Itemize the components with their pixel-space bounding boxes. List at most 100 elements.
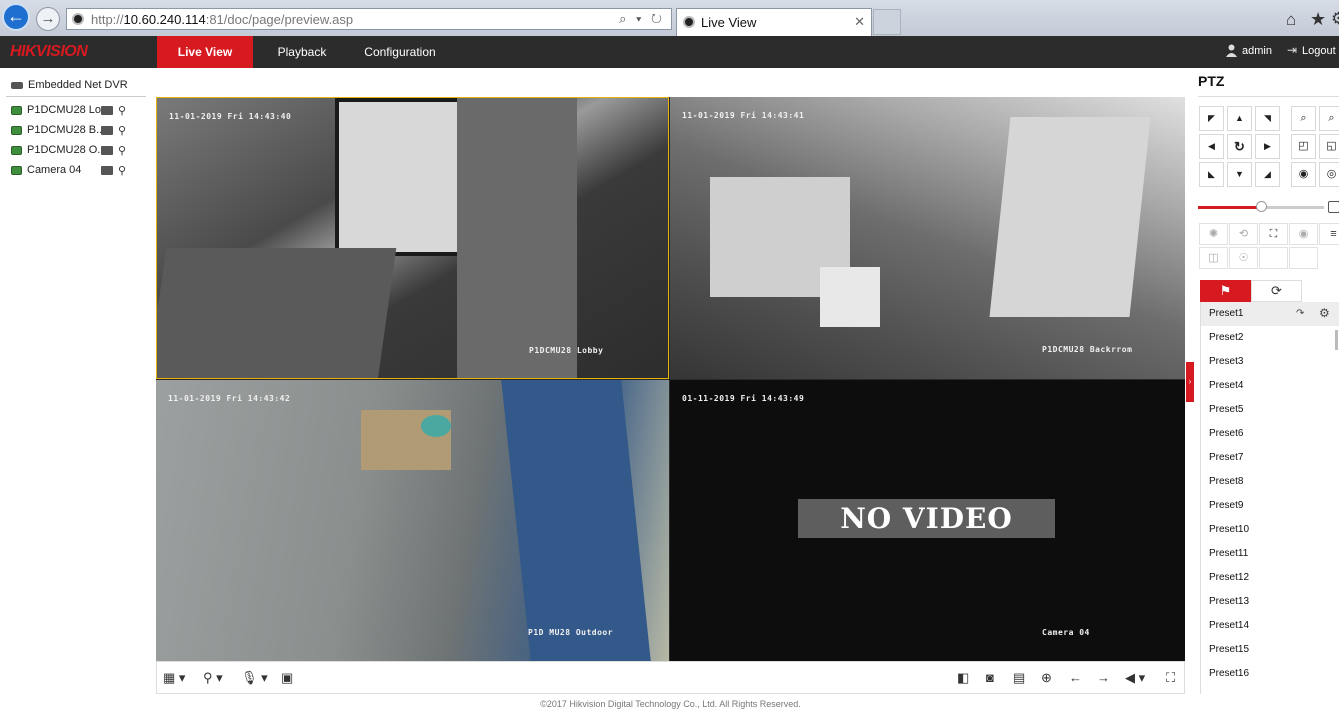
pan-up-left-button[interactable]: ◤ [1199, 106, 1224, 131]
home-icon[interactable]: ⌂ [1286, 10, 1296, 30]
camera-item[interactable]: Camera 04 ⚲ [11, 164, 151, 180]
light-icon[interactable]: ✺ [1199, 223, 1228, 245]
auxiliary-focus-icon[interactable]: ⛶ [1259, 223, 1288, 245]
iris-close-button[interactable]: ◎ [1319, 162, 1339, 187]
dvr-icon [11, 81, 23, 89]
pan-left-button[interactable]: ◀ [1199, 134, 1224, 159]
preset-item[interactable]: Preset11 [1201, 542, 1339, 566]
pan-up-right-button[interactable]: ◥ [1255, 106, 1280, 131]
volume-icon[interactable]: ◀ ▾ [1125, 670, 1145, 686]
copyright-footer: ©2017 Hikvision Digital Technology Co., … [540, 699, 801, 709]
preset-item[interactable]: Preset10 [1201, 518, 1339, 542]
nav-configuration[interactable]: Configuration [352, 36, 448, 68]
preset-item[interactable]: Preset9 [1201, 494, 1339, 518]
stop-all-icon[interactable]: ◧ [957, 670, 969, 686]
focus-near-button[interactable]: ◰ [1291, 134, 1316, 159]
3d-positioning-icon[interactable]: ☉ [1229, 247, 1258, 269]
pan-right-button[interactable]: ▶ [1255, 134, 1280, 159]
goto-preset-icon[interactable]: ↷ [1296, 308, 1304, 319]
zoom-in-button[interactable]: ⌕ [1291, 106, 1316, 131]
stream-type-icon[interactable]: ⚲ ▾ [203, 670, 223, 686]
pan-down-left-button[interactable]: ◣ [1199, 162, 1224, 187]
new-tab-button[interactable] [873, 9, 901, 35]
preset-item[interactable]: Preset3 [1201, 350, 1339, 374]
preset-tab[interactable]: ⚑ [1200, 280, 1251, 302]
previous-page-icon[interactable]: ← [1069, 670, 1082, 685]
preset-item[interactable]: Preset15 [1201, 638, 1339, 662]
pan-down-right-button[interactable]: ◢ [1255, 162, 1280, 187]
preset-label: Preset7 [1209, 452, 1244, 463]
preset-item[interactable]: Preset7 [1201, 446, 1339, 470]
preset-item[interactable]: Preset16 [1201, 662, 1339, 686]
preset-item[interactable]: Preset14 [1201, 614, 1339, 638]
ptz-speed-slider[interactable] [1256, 201, 1267, 212]
camera-label: P1DCMU28 B... [27, 124, 106, 136]
microphone-icon[interactable]: 🎙 ▾ [241, 670, 268, 686]
panel-collapse-toggle[interactable]: › [1186, 362, 1194, 402]
browser-tab[interactable]: Live View ✕ [676, 8, 872, 36]
nav-live-view[interactable]: Live View [157, 36, 253, 68]
manual-tracking-icon[interactable]: ◫ [1199, 247, 1228, 269]
preset-item[interactable]: Preset6 [1201, 422, 1339, 446]
record-icon[interactable] [101, 106, 113, 115]
fullscreen-icon[interactable]: ⛶ [1166, 670, 1175, 686]
camera-item[interactable]: P1DCMU28 Lo... ⚲ [11, 104, 151, 120]
tilt-up-button[interactable]: ▲ [1227, 106, 1252, 131]
logout-icon[interactable]: ⇥ [1287, 43, 1297, 57]
timestamp-osd: 11-01-2019 Fri 14:43:40 [169, 112, 292, 121]
close-icon[interactable]: ✕ [854, 14, 865, 30]
digital-zoom-icon[interactable]: ⊕ [1041, 670, 1052, 686]
focus-far-button[interactable]: ◱ [1319, 134, 1339, 159]
camera-item[interactable]: P1DCMU28 B... ⚲ [11, 124, 151, 140]
preset-settings-gear-icon[interactable]: ⚙ [1319, 306, 1330, 320]
preset-label: Preset14 [1209, 620, 1250, 631]
preset-item[interactable]: Preset13 [1201, 590, 1339, 614]
ptz-icon[interactable]: ⚲ [118, 124, 126, 137]
settings-gear-icon[interactable]: ⚙ [1331, 9, 1339, 29]
video-tile-camera04[interactable]: 01-11-2019 Fri 14:43:49 NO VIDEO Camera … [670, 380, 1185, 661]
record-icon[interactable] [101, 146, 113, 155]
device-root[interactable]: Embedded Net DVR [11, 79, 128, 91]
nav-playback[interactable]: Playback [263, 36, 341, 68]
patrol-tab[interactable]: ⟳ [1251, 280, 1302, 302]
ptz-icon[interactable]: ⚲ [118, 144, 126, 157]
record-all-icon[interactable]: ▤ [1013, 670, 1025, 686]
back-button[interactable]: ← [2, 3, 30, 31]
preset-item[interactable]: Preset8 [1201, 470, 1339, 494]
capture-icon[interactable]: ◙ [986, 670, 994, 685]
iris-open-button[interactable]: ◉ [1291, 162, 1316, 187]
forward-button[interactable]: → [36, 7, 60, 31]
record-icon[interactable] [101, 126, 113, 135]
camera-item[interactable]: P1DCMU28 O... ⚲ [11, 144, 151, 160]
auto-scan-button[interactable]: ↻ [1227, 134, 1252, 159]
ptz-icon[interactable]: ⚲ [118, 104, 126, 117]
wiper-icon[interactable]: ⟲ [1229, 223, 1258, 245]
menu-icon[interactable]: ≡ [1319, 223, 1339, 245]
next-page-icon[interactable]: → [1097, 670, 1110, 685]
tilt-down-button[interactable]: ▼ [1227, 162, 1252, 187]
preset-item[interactable]: Preset4 [1201, 374, 1339, 398]
window-layout-icon[interactable]: ▦ ▾ [163, 670, 185, 686]
lens-init-icon[interactable]: ◉ [1289, 223, 1318, 245]
preset-scrollbar[interactable] [1335, 330, 1338, 350]
camera-label: P1DCMU28 Lo... [27, 104, 111, 116]
search-refresh-icons[interactable]: ⌕ ▾ ↻ [619, 11, 665, 27]
zoom-out-button[interactable]: ⌕ [1319, 106, 1339, 131]
video-tile-backroom[interactable]: 11-01-2019 Fri 14:43:41 P1DCMU28 Backrro… [670, 97, 1185, 379]
preset-item[interactable]: Preset5 [1201, 398, 1339, 422]
preset-item[interactable]: Preset12 [1201, 566, 1339, 590]
video-tile-lobby[interactable]: 11-01-2019 Fri 14:43:40 P1DCMU28 Lobby [156, 97, 669, 379]
preset-label: Preset10 [1209, 524, 1250, 535]
favorites-star-icon[interactable]: ★ [1310, 9, 1326, 30]
address-bar[interactable]: http://10.60.240.114:81/doc/page/preview… [66, 8, 672, 30]
preset-item[interactable]: Preset2 [1201, 326, 1339, 350]
ptz-icon[interactable]: ⚲ [118, 164, 126, 177]
logout-link[interactable]: Logout [1302, 45, 1336, 57]
record-icon[interactable] [101, 166, 113, 175]
preset-label: Preset5 [1209, 404, 1244, 415]
url-text[interactable]: http://10.60.240.114:81/doc/page/preview… [91, 12, 353, 27]
divider [1198, 96, 1339, 97]
camera-name-osd: P1DCMU28 Backrrom [1042, 345, 1133, 354]
video-tile-outdoor[interactable]: 11-01-2019 Fri 14:43:42 P1D MU28 Outdoor [156, 380, 669, 661]
view-icon[interactable]: ▣ [281, 670, 293, 686]
